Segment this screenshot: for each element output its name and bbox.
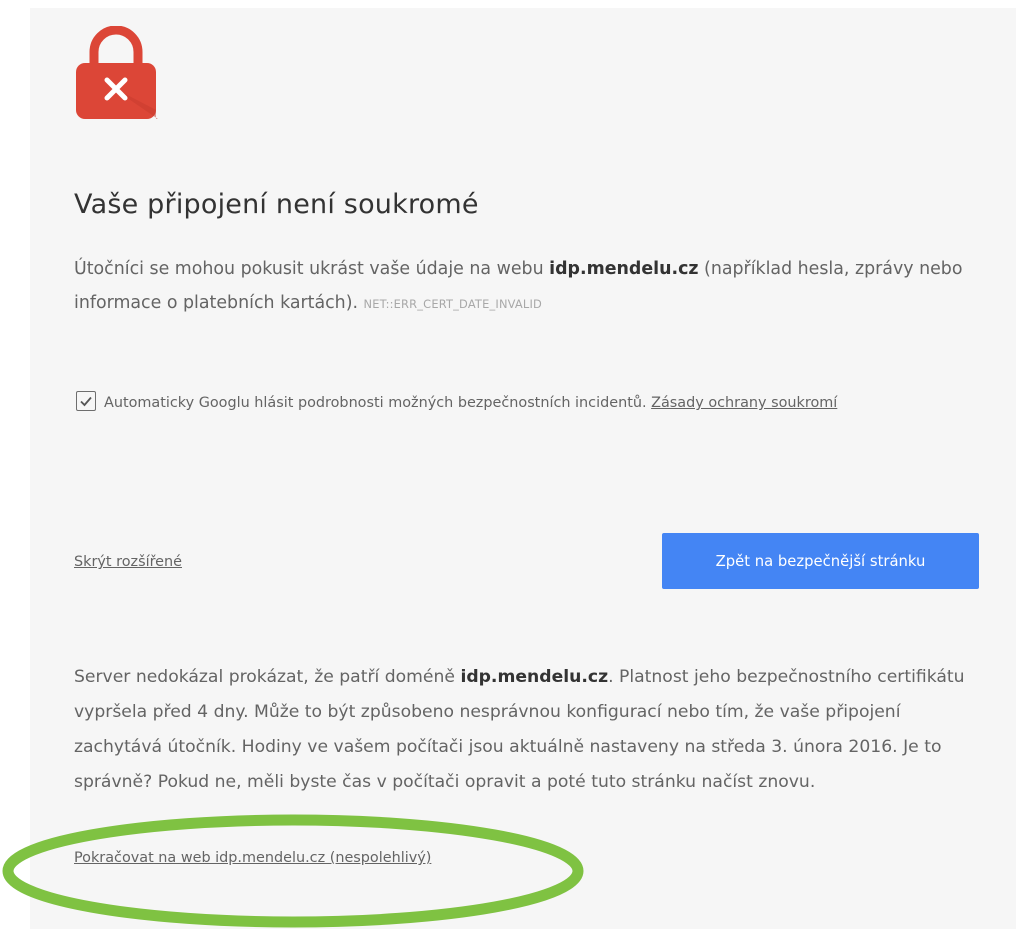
proceed-unsafe-link[interactable]: Pokračovat na web idp.mendelu.cz (nespol…: [74, 850, 431, 866]
reporting-option: Automaticky Googlu hlásit podrobnosti mo…: [74, 384, 954, 423]
page-title: Vaše připojení není soukromé: [74, 189, 479, 220]
reporting-checkbox[interactable]: [76, 391, 96, 411]
back-to-safety-button[interactable]: Zpět na bezpečnější stránku: [662, 533, 979, 589]
summary-text: Útočníci se mohou pokusit ukrást vaše úd…: [74, 252, 974, 321]
reporting-label: Automaticky Googlu hlásit podrobnosti mo…: [104, 395, 652, 411]
summary-domain: idp.mendelu.cz: [549, 259, 699, 279]
checkmark-icon: [80, 396, 92, 407]
lock-error-icon: [76, 26, 158, 119]
details-domain: idp.mendelu.cz: [460, 667, 609, 687]
privacy-policy-link[interactable]: Zásady ochrany soukromí: [651, 395, 837, 411]
error-code: NET::ERR_CERT_DATE_INVALID: [363, 297, 542, 311]
hide-advanced-link[interactable]: Skrýt rozšířené: [74, 554, 182, 570]
details-text: Server nedokázal prokázat, že patří domé…: [74, 660, 984, 800]
summary-before: Útočníci se mohou pokusit ukrást vaše úd…: [74, 259, 550, 279]
details-before: Server nedokázal prokázat, že patří domé…: [74, 667, 461, 687]
